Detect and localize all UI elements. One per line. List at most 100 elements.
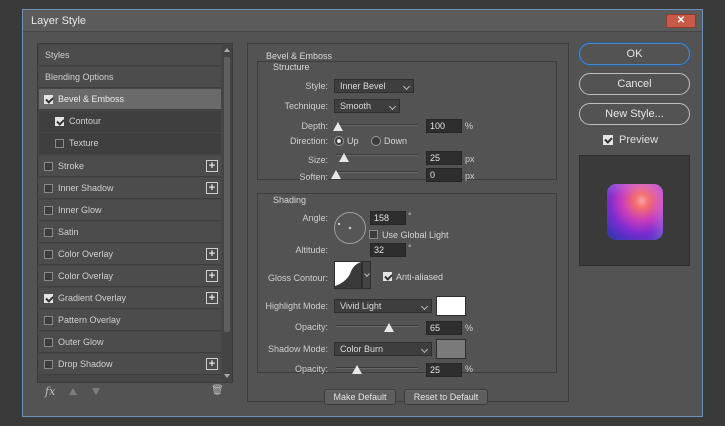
style-checkbox[interactable] — [44, 227, 53, 237]
shading-title: Shading — [273, 195, 307, 205]
style-list-item[interactable]: Pattern Overlay — [39, 310, 221, 332]
add-effect-plus-icon[interactable]: + — [206, 247, 218, 260]
direction-up-radio[interactable] — [334, 136, 344, 146]
preview-checkbox[interactable] — [603, 135, 613, 145]
style-list-item[interactable]: Bevel & Emboss — [39, 89, 221, 111]
style-list-item[interactable]: Gradient Overlay + — [39, 288, 221, 310]
style-checkbox[interactable] — [44, 338, 53, 348]
style-list-item[interactable]: Color Overlay + — [39, 243, 221, 265]
anti-aliased-checkbox[interactable] — [383, 272, 392, 281]
style-checkbox[interactable] — [55, 139, 64, 149]
scroll-down-arrow-icon[interactable] — [224, 374, 230, 378]
shadow-mode-select[interactable]: Color Burn — [334, 342, 432, 356]
cancel-button[interactable]: Cancel — [579, 73, 690, 95]
style-checkbox[interactable] — [44, 316, 53, 326]
style-list-item[interactable]: Inner Glow — [39, 199, 221, 221]
angle-input[interactable]: 158 — [370, 211, 406, 225]
style-list-item[interactable]: Drop Shadow + — [39, 354, 221, 376]
new-style-button[interactable]: New Style... — [579, 103, 690, 125]
use-global-light-label: Use Global Light — [382, 230, 449, 240]
size-input[interactable]: 25 — [426, 151, 462, 165]
reset-default-button[interactable]: Reset to Default — [404, 389, 488, 405]
trash-icon[interactable]: 🗑 — [211, 385, 224, 396]
style-list-label: Satin — [58, 226, 79, 237]
make-default-button[interactable]: Make Default — [324, 389, 396, 405]
style-checkbox[interactable] — [44, 205, 53, 215]
ok-button[interactable]: OK — [579, 43, 690, 65]
angle-unit: ° — [408, 211, 412, 221]
style-checkbox[interactable] — [55, 117, 64, 127]
altitude-label: Altitude: — [295, 245, 328, 255]
add-effect-plus-icon[interactable]: + — [206, 181, 218, 194]
style-list-label: Inner Glow — [58, 204, 102, 215]
altitude-input[interactable]: 32 — [370, 243, 406, 257]
add-effect-plus-icon[interactable]: + — [206, 358, 218, 371]
highlight-opacity-input[interactable]: 65 — [426, 321, 462, 335]
style-list-label: Blending Options — [45, 72, 114, 83]
style-select[interactable]: Inner Bevel — [334, 79, 414, 93]
scrollbar-thumb[interactable] — [224, 57, 230, 332]
style-list-item[interactable]: Inner Shadow + — [39, 177, 221, 199]
style-checkbox[interactable] — [44, 95, 53, 105]
chevron-down-icon — [364, 271, 370, 277]
list-scrollbar[interactable] — [222, 45, 232, 381]
style-list-label: Gradient Overlay — [58, 293, 127, 304]
layer-style-dialog: Layer Style ✕ Styles Blending Options Beve… — [22, 9, 703, 417]
style-list-item[interactable]: Contour — [39, 111, 221, 133]
depth-slider-knob[interactable] — [333, 122, 344, 131]
style-list-label: Drop Shadow — [58, 359, 113, 370]
style-list-item[interactable]: Styles — [39, 45, 221, 66]
style-list-label: Color Overlay — [58, 248, 114, 259]
dialog-title: Layer Style — [31, 15, 87, 27]
gloss-contour-dropdown[interactable] — [362, 261, 371, 289]
soften-slider[interactable] — [336, 171, 418, 173]
direction-down-radio[interactable] — [371, 136, 381, 146]
highlight-opacity-slider[interactable] — [336, 325, 418, 327]
highlight-color-swatch[interactable] — [436, 296, 466, 316]
section-title: Bevel & Emboss — [266, 51, 333, 61]
shadow-opacity-input[interactable]: 25 — [426, 363, 462, 377]
style-list-item[interactable]: Stroke + — [39, 155, 221, 177]
preview-box — [579, 155, 690, 266]
move-up-icon[interactable] — [69, 388, 77, 395]
use-global-light-checkbox[interactable] — [369, 230, 378, 239]
size-slider-knob[interactable] — [339, 153, 350, 162]
style-list-item[interactable]: Texture — [39, 133, 221, 155]
add-effect-plus-icon[interactable]: + — [206, 292, 218, 305]
soften-slider-knob[interactable] — [331, 170, 341, 179]
style-checkbox[interactable] — [44, 294, 53, 304]
shadow-opacity-knob[interactable] — [351, 365, 362, 374]
structure-title: Structure — [273, 62, 310, 72]
style-preview-thumbnail — [607, 184, 663, 240]
style-list-item[interactable]: Outer Glow — [39, 332, 221, 354]
highlight-mode-select[interactable]: Vivid Light — [334, 299, 432, 313]
shadow-opacity-slider[interactable] — [336, 367, 418, 369]
angle-dial[interactable] — [334, 212, 366, 244]
shadow-color-swatch[interactable] — [436, 339, 466, 359]
depth-slider[interactable] — [336, 124, 418, 126]
shadow-mode-value: Color Burn — [340, 344, 384, 354]
fx-button[interactable]: fx — [43, 383, 63, 399]
technique-value: Smooth — [340, 101, 372, 111]
add-effect-plus-icon[interactable]: + — [206, 159, 218, 172]
highlight-opacity-knob[interactable] — [384, 323, 395, 332]
style-checkbox[interactable] — [44, 161, 53, 171]
style-checkbox[interactable] — [44, 183, 53, 193]
style-checkbox[interactable] — [44, 249, 53, 259]
move-down-icon[interactable] — [92, 388, 100, 395]
style-checkbox[interactable] — [44, 272, 53, 281]
close-button[interactable]: ✕ — [666, 14, 696, 28]
highlight-opacity-label: Opacity: — [294, 322, 328, 332]
scroll-up-arrow-icon[interactable] — [224, 48, 230, 52]
soften-input[interactable]: 0 — [426, 168, 462, 182]
add-effect-plus-icon[interactable]: + — [206, 270, 218, 282]
direction-up-label: Up — [347, 136, 359, 146]
direction-down-label: Down — [384, 136, 408, 146]
technique-select[interactable]: Smooth — [334, 99, 400, 113]
style-checkbox[interactable] — [44, 360, 53, 370]
style-list-item[interactable]: Color Overlay + — [39, 266, 221, 287]
style-list-item[interactable]: Satin — [39, 221, 221, 243]
style-list-item[interactable]: Blending Options — [39, 67, 221, 89]
gloss-contour-swatch[interactable] — [334, 261, 362, 289]
depth-input[interactable]: 100 — [426, 119, 462, 133]
